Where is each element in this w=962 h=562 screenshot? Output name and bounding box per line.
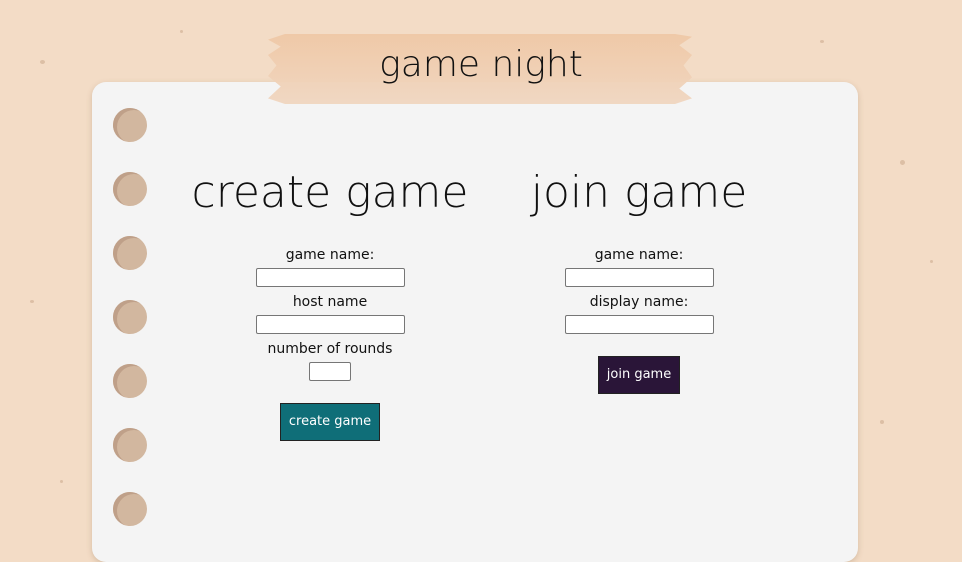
display-name-label: display name:	[589, 294, 689, 310]
create-game-button[interactable]: create game	[279, 403, 381, 441]
join-game-name-input[interactable]	[564, 268, 714, 287]
background-speck	[900, 160, 905, 165]
background-speck	[930, 260, 933, 263]
binder-hole	[113, 236, 147, 270]
binder-hole	[113, 428, 147, 462]
binder-hole	[113, 108, 147, 142]
host-name-label: host name	[292, 294, 368, 310]
binder-hole	[113, 172, 147, 206]
binder-hole	[113, 300, 147, 334]
create-game-heading: create game	[191, 167, 469, 218]
host-name-input[interactable]	[255, 315, 405, 334]
rounds-label: number of rounds	[267, 341, 393, 357]
display-name-input[interactable]	[564, 315, 714, 334]
join-game-name-label: game name:	[594, 247, 684, 263]
join-game-heading: join game	[530, 167, 748, 218]
binder-hole	[113, 492, 147, 526]
rounds-input[interactable]	[309, 362, 351, 381]
binder-hole	[113, 364, 147, 398]
page-title: game night	[379, 44, 583, 85]
join-game-panel: join game game name: display name: join …	[489, 162, 789, 394]
background-speck	[30, 300, 34, 303]
background-speck	[820, 40, 824, 43]
create-game-name-input[interactable]	[255, 268, 405, 287]
create-game-panel: create game game name: host name number …	[180, 162, 480, 441]
create-game-name-label: game name:	[285, 247, 375, 263]
background-speck	[880, 420, 884, 424]
join-game-button[interactable]: join game	[597, 356, 681, 394]
background-speck	[60, 480, 63, 483]
background-speck	[180, 30, 183, 33]
